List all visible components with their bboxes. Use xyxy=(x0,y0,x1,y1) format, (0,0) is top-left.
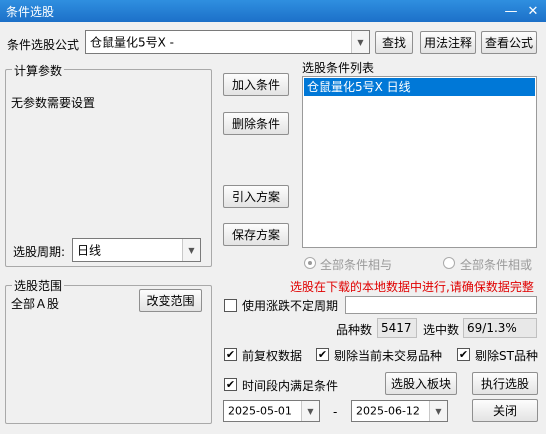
exclude-st-checkbox[interactable]: ✔ xyxy=(457,348,470,361)
start-date: 2025-05-01 xyxy=(228,404,292,418)
chevron-down-icon[interactable]: ▼ xyxy=(182,239,200,261)
radio-and-label: 全部条件相与 xyxy=(320,258,393,272)
period-condition-label: 时间段内满足条件 xyxy=(242,379,339,393)
params-message: 无参数需要设置 xyxy=(11,96,96,110)
period-value: 日线 xyxy=(77,243,102,258)
window-title: 条件选股 xyxy=(6,5,55,19)
change-range-button[interactable]: 改变范围 xyxy=(139,289,202,312)
formula-label: 条件选股公式 xyxy=(7,38,80,52)
list-item[interactable]: 仓鼠量化5号X 日线 xyxy=(304,78,535,96)
execute-button[interactable]: 执行选股 xyxy=(472,372,538,395)
count-value: 5417 xyxy=(377,318,417,338)
import-scheme-button[interactable]: 引入方案 xyxy=(223,185,289,208)
range-group-title: 选股范围 xyxy=(12,277,65,294)
period-select[interactable]: 日线 ▼ xyxy=(72,238,201,262)
start-date-picker[interactable]: 2025-05-01 ▼ xyxy=(223,400,320,422)
minimize-icon[interactable]: — xyxy=(502,2,520,20)
range-value: 全部Ａ股 xyxy=(11,297,60,311)
uncertain-period-label: 使用涨跌不定周期 xyxy=(242,299,339,313)
save-scheme-button[interactable]: 保存方案 xyxy=(223,223,289,246)
delete-condition-button[interactable]: 删除条件 xyxy=(223,112,289,135)
exclude-untraded-label: 剔除当前未交易品种 xyxy=(334,349,443,363)
params-group-title: 计算参数 xyxy=(12,62,65,79)
add-condition-button[interactable]: 加入条件 xyxy=(223,73,289,96)
chevron-down-icon[interactable]: ▼ xyxy=(429,401,447,421)
hit-value: 69/1.3% xyxy=(463,318,537,338)
to-block-button[interactable]: 选股入板块 xyxy=(385,372,457,395)
uncertain-period-input[interactable] xyxy=(345,296,537,314)
view-formula-button[interactable]: 查看公式 xyxy=(481,31,537,54)
condition-list-title: 选股条件列表 xyxy=(302,61,375,75)
count-label: 品种数 xyxy=(336,323,373,337)
uncertain-period-checkbox[interactable] xyxy=(224,299,237,312)
adjust-checkbox[interactable]: ✔ xyxy=(224,348,237,361)
usage-button[interactable]: 用法注释 xyxy=(420,31,476,54)
close-button[interactable]: 关闭 xyxy=(472,399,538,422)
formula-value: 仓鼠量化5号X - xyxy=(90,35,175,50)
exclude-untraded-checkbox[interactable]: ✔ xyxy=(316,348,329,361)
period-label: 选股周期: xyxy=(13,245,66,259)
exclude-st-label: 剔除ST品种 xyxy=(475,349,538,363)
chevron-down-icon[interactable]: ▼ xyxy=(351,31,369,53)
close-icon[interactable]: ✕ xyxy=(524,2,542,20)
notice-text: 选股在下载的本地数据中进行,请确保数据完整 xyxy=(290,280,534,294)
title-bar: 条件选股 — ✕ xyxy=(0,0,546,22)
chevron-down-icon[interactable]: ▼ xyxy=(301,401,319,421)
hit-label: 选中数 xyxy=(423,323,460,337)
radio-and[interactable] xyxy=(304,257,316,269)
condition-list[interactable]: 仓鼠量化5号X 日线 xyxy=(302,76,537,248)
radio-or-label: 全部条件相或 xyxy=(460,258,533,272)
period-condition-checkbox[interactable]: ✔ xyxy=(224,378,237,391)
end-date-picker[interactable]: 2025-06-12 ▼ xyxy=(351,400,448,422)
formula-select[interactable]: 仓鼠量化5号X - ▼ xyxy=(85,30,370,54)
adjust-label: 前复权数据 xyxy=(242,349,303,363)
date-separator: - xyxy=(333,405,338,419)
find-button[interactable]: 查找 xyxy=(375,31,413,54)
end-date: 2025-06-12 xyxy=(356,404,420,418)
radio-or[interactable] xyxy=(443,257,455,269)
